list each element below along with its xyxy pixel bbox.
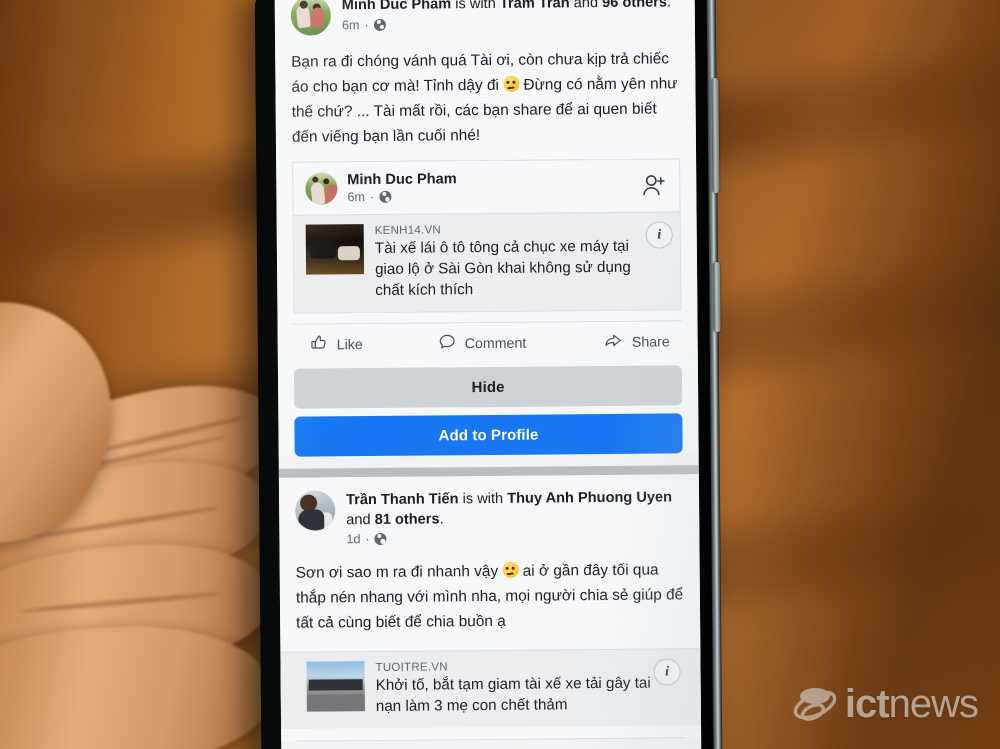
volume-up-button[interactable] bbox=[711, 77, 720, 194]
watermark-text-bold: ict bbox=[844, 681, 890, 726]
add-friend-icon[interactable] bbox=[641, 173, 667, 197]
post-body-part-1: Sơn ơi sao m ra đi nhanh vậy bbox=[295, 562, 503, 582]
post-action-bar: Like Comment Share bbox=[278, 321, 698, 366]
post-timestamp[interactable]: 1d bbox=[346, 532, 360, 546]
info-badge-icon[interactable]: i bbox=[645, 221, 673, 249]
shared-post-header: Minh Duc Pham 6m · bbox=[293, 159, 679, 214]
smartphone-device: Minh Duc Pham is with Tram Tran and 96 o… bbox=[254, 0, 723, 749]
link-source-domain: TUOITRE.VN bbox=[375, 660, 448, 674]
volume-down-button[interactable] bbox=[713, 261, 721, 333]
confused-face-emoji bbox=[503, 75, 520, 92]
link-headline[interactable]: Tài xế lái ô tô tông cả chục xe máy tại … bbox=[375, 236, 643, 301]
globe-icon[interactable] bbox=[373, 18, 386, 31]
post-body: Bạn ra đi chóng vánh quá Tài ơi, còn chư… bbox=[275, 32, 696, 162]
globe-icon[interactable] bbox=[379, 190, 392, 203]
link-thumbnail[interactable] bbox=[306, 661, 365, 712]
tagged-friend-name[interactable]: Thuy Anh Phuong Uyen bbox=[507, 489, 672, 506]
photo-scene: Minh Duc Pham is with Tram Tran and 96 o… bbox=[0, 0, 1000, 749]
avatar[interactable] bbox=[305, 172, 338, 205]
post-byline: Minh Duc Pham is with Tram Tran and 96 o… bbox=[342, 0, 679, 16]
globe-orbit-icon bbox=[793, 688, 837, 721]
post-header: Trần Thanh Tiến is with Thuy Anh Phuong … bbox=[279, 474, 700, 547]
post-timestamp[interactable]: 6m bbox=[342, 18, 360, 32]
byline-period: . bbox=[666, 0, 672, 11]
with-label: is with bbox=[455, 0, 496, 13]
confused-face-emoji bbox=[502, 561, 519, 578]
others-count[interactable]: 81 others bbox=[375, 511, 440, 528]
share-label: Share bbox=[631, 333, 670, 351]
share-arrow-icon bbox=[604, 331, 624, 354]
meta-separator: · bbox=[369, 189, 375, 205]
shared-post-timestamp[interactable]: 6m bbox=[347, 190, 365, 204]
byline-period: . bbox=[439, 510, 444, 527]
post-meta: 1d · bbox=[346, 529, 683, 546]
link-headline[interactable]: Khởi tố, bắt tạm giam tài xế xe tải gây … bbox=[376, 672, 663, 717]
post-author-name[interactable]: Trần Thanh Tiến bbox=[346, 491, 459, 508]
hide-button[interactable]: Hide bbox=[293, 365, 683, 409]
post-meta: 6m · bbox=[342, 15, 679, 32]
facebook-news-feed: Minh Duc Pham is with Tram Tran and 96 o… bbox=[274, 0, 702, 749]
post-byline: Trần Thanh Tiến is with Thuy Anh Phuong … bbox=[346, 488, 683, 530]
thumbs-up-icon bbox=[310, 333, 329, 356]
tagged-friend-name[interactable]: Tram Tran bbox=[500, 0, 570, 12]
shared-post-card[interactable]: Minh Duc Pham 6m · KENH14.VN Tài xế lái … bbox=[292, 158, 682, 314]
and-label: and bbox=[346, 511, 371, 528]
like-button[interactable]: Like bbox=[294, 332, 438, 356]
feed-post: Minh Duc Pham is with Tram Tran and 96 o… bbox=[274, 0, 699, 457]
post-header: Minh Duc Pham is with Tram Tran and 96 o… bbox=[275, 0, 695, 36]
globe-icon[interactable] bbox=[374, 532, 387, 545]
shared-post-author[interactable]: Minh Duc Pham bbox=[347, 171, 457, 188]
others-count[interactable]: 96 others bbox=[602, 0, 667, 11]
post-body: Sơn ơi sao m ra đi nhanh vậy ai ở gần đâ… bbox=[279, 543, 700, 648]
meta-separator: · bbox=[364, 17, 369, 32]
add-to-profile-button[interactable]: Add to Profile bbox=[294, 413, 683, 457]
with-label: is with bbox=[462, 490, 504, 508]
link-thumbnail[interactable] bbox=[305, 224, 365, 275]
meta-separator: · bbox=[365, 532, 370, 547]
info-badge-icon[interactable]: i bbox=[653, 658, 681, 686]
post-author-name[interactable]: Minh Duc Pham bbox=[342, 0, 452, 13]
avatar[interactable] bbox=[290, 0, 332, 36]
link-preview-card[interactable]: KENH14.VN Tài xế lái ô tô tông cả chục x… bbox=[293, 211, 681, 313]
avatar[interactable] bbox=[294, 490, 336, 531]
action-bar-divider bbox=[297, 737, 686, 742]
feed-post: Trần Thanh Tiến is with Thuy Anh Phuong … bbox=[278, 474, 702, 742]
comment-bubble-icon bbox=[438, 332, 457, 355]
phone-screen: Minh Duc Pham is with Tram Tran and 96 o… bbox=[274, 0, 702, 749]
watermark-text: ictnews bbox=[844, 681, 979, 727]
comment-label: Comment bbox=[464, 335, 527, 352]
ictnews-watermark: ictnews bbox=[789, 679, 979, 729]
and-label: and bbox=[573, 0, 599, 12]
like-label: Like bbox=[336, 336, 363, 353]
watermark-text-light: news bbox=[888, 681, 979, 726]
link-preview-card[interactable]: TUOITRE.VN Khởi tố, bắt tạm giam tài xế … bbox=[280, 648, 702, 729]
comment-button[interactable]: Comment bbox=[438, 331, 578, 355]
share-button[interactable]: Share bbox=[577, 330, 681, 354]
link-source-domain: KENH14.VN bbox=[374, 223, 442, 237]
shared-post-meta: 6m · bbox=[347, 189, 457, 204]
